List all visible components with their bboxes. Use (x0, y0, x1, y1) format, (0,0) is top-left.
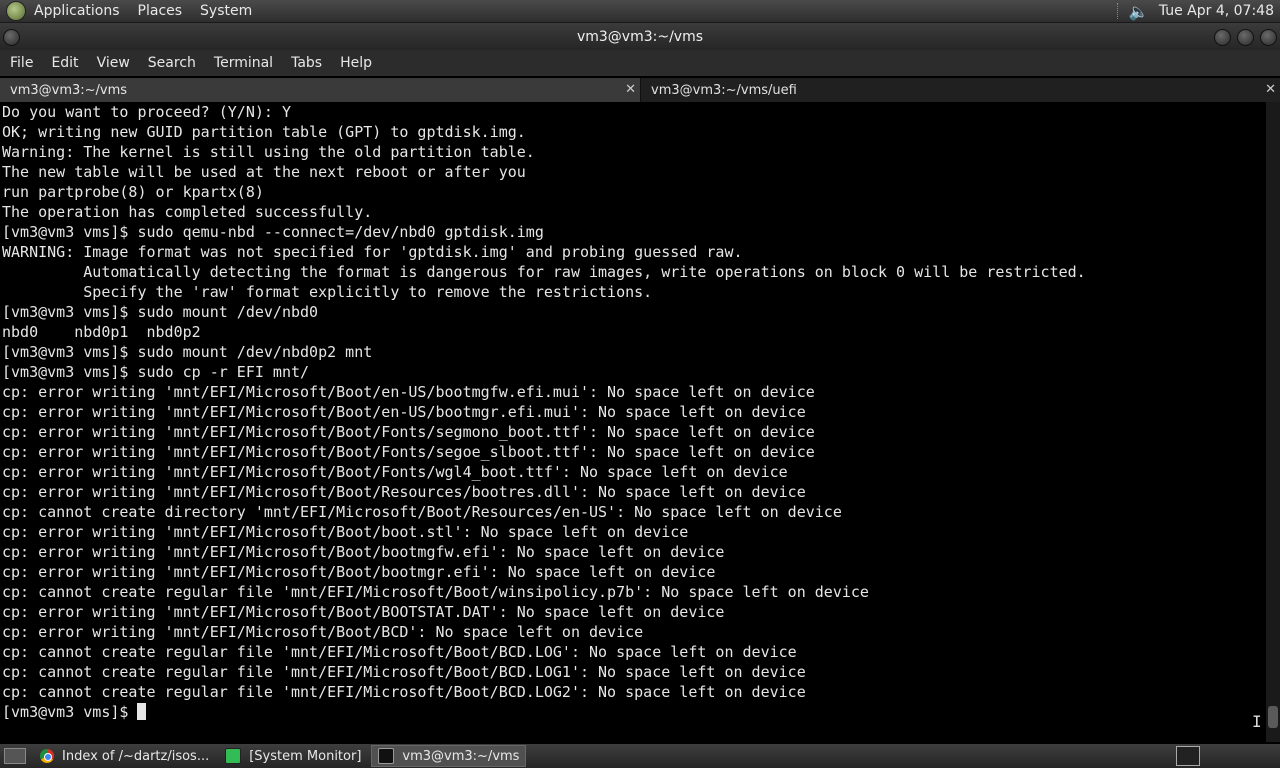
panel-separator (1116, 3, 1121, 19)
terminal-menubar: File Edit View Search Terminal Tabs Help (0, 50, 1280, 76)
terminal-line: nbd0 nbd0p1 nbd0p2 (2, 323, 201, 341)
show-desktop-icon[interactable] (4, 748, 26, 764)
window-menu-icon[interactable] (3, 29, 20, 46)
close-tab-icon[interactable]: ✕ (1265, 82, 1276, 97)
terminal-line: The new table will be used at the next r… (2, 163, 526, 181)
workspace-switcher-icon[interactable] (1176, 746, 1200, 766)
terminal-line: OK; writing new GUID partition table (GP… (2, 123, 526, 141)
terminal-line: Specify the 'raw' format explicitly to r… (2, 283, 653, 301)
terminal-line: cp: error writing 'mnt/EFI/Microsoft/Boo… (2, 423, 815, 441)
menu-edit[interactable]: Edit (51, 55, 78, 71)
tab-bar: vm3@vm3:~/vms ✕ vm3@vm3:~/vms/uefi ✕ (0, 78, 1280, 102)
terminal-icon (378, 748, 395, 764)
terminal-line: cp: cannot create regular file 'mnt/EFI/… (2, 663, 806, 681)
terminal-line: cp: error writing 'mnt/EFI/Microsoft/Boo… (2, 523, 689, 541)
terminal-line: Automatically detecting the format is da… (2, 263, 1086, 281)
menu-places[interactable]: Places (138, 3, 183, 19)
terminal-line: cp: cannot create directory 'mnt/EFI/Mic… (2, 503, 842, 521)
taskbar-item-browser[interactable]: Index of /~dartz/isos... (34, 746, 215, 766)
terminal-line: [vm3@vm3 vms]$ sudo qemu-nbd --connect=/… (2, 223, 544, 241)
terminal-line: Do you want to proceed? (Y/N): Y (2, 103, 291, 121)
shell-prompt: [vm3@vm3 vms]$ (2, 703, 138, 721)
terminal-line: cp: cannot create regular file 'mnt/EFI/… (2, 683, 806, 701)
taskbar-item-terminal[interactable]: vm3@vm3:~/vms (371, 745, 527, 767)
menu-search[interactable]: Search (148, 55, 196, 71)
terminal-line: The operation has completed successfully… (2, 203, 373, 221)
minimize-icon[interactable] (1214, 29, 1231, 46)
maximize-icon[interactable] (1237, 29, 1254, 46)
close-tab-icon[interactable]: ✕ (625, 82, 636, 97)
bottom-panel: Index of /~dartz/isos... [System Monitor… (0, 744, 1280, 768)
taskbar-label: Index of /~dartz/isos... (62, 748, 210, 764)
menu-tabs[interactable]: Tabs (291, 55, 322, 71)
scrollbar-thumb[interactable] (1268, 706, 1278, 728)
menu-file[interactable]: File (10, 55, 33, 71)
terminal-cursor (137, 703, 147, 720)
terminal-line: cp: error writing 'mnt/EFI/Microsoft/Boo… (2, 563, 716, 581)
taskbar-label: vm3@vm3:~/vms (402, 748, 520, 764)
top-panel: Applications Places System 🔈 Tue Apr 4, … (0, 0, 1280, 23)
taskbar-label: [System Monitor] (249, 748, 362, 764)
system-monitor-icon (225, 748, 242, 764)
close-icon[interactable] (1260, 29, 1277, 46)
terminal-prompt-line: [vm3@vm3 vms]$ (2, 702, 1268, 722)
terminal-line: cp: error writing 'mnt/EFI/Microsoft/Boo… (2, 483, 806, 501)
taskbar-item-system-monitor[interactable]: [System Monitor] (219, 746, 367, 766)
menu-terminal[interactable]: Terminal (214, 55, 273, 71)
terminal-line: [vm3@vm3 vms]$ sudo cp -r EFI mnt/ (2, 363, 310, 381)
window-titlebar[interactable]: vm3@vm3:~/vms (0, 23, 1280, 50)
terminal-line: cp: error writing 'mnt/EFI/Microsoft/Boo… (2, 543, 725, 561)
terminal-line: cp: cannot create regular file 'mnt/EFI/… (2, 643, 797, 661)
tab-label: vm3@vm3:~/vms/uefi (651, 82, 797, 98)
terminal-line: run partprobe(8) or kpartx(8) (2, 183, 264, 201)
menu-help[interactable]: Help (340, 55, 372, 71)
terminal-line: cp: error writing 'mnt/EFI/Microsoft/Boo… (2, 443, 815, 461)
terminal-line: WARNING: Image format was not specified … (2, 243, 743, 261)
terminal-line: cp: error writing 'mnt/EFI/Microsoft/Boo… (2, 383, 815, 401)
tab-vms[interactable]: vm3@vm3:~/vms ✕ (0, 78, 641, 102)
terminal-line: cp: error writing 'mnt/EFI/Microsoft/Boo… (2, 463, 788, 481)
chrome-icon (40, 749, 54, 763)
terminal-line: Warning: The kernel is still using the o… (2, 143, 535, 161)
terminal-line: cp: error writing 'mnt/EFI/Microsoft/Boo… (2, 403, 806, 421)
tab-label: vm3@vm3:~/vms (10, 82, 128, 98)
terminal-line: [vm3@vm3 vms]$ sudo mount /dev/nbd0p2 mn… (2, 343, 373, 361)
terminal-line: [vm3@vm3 vms]$ sudo mount /dev/nbd0 (2, 303, 319, 321)
tab-uefi[interactable]: vm3@vm3:~/vms/uefi ✕ (641, 78, 1280, 102)
menu-view[interactable]: View (97, 55, 130, 71)
window-title: vm3@vm3:~/vms (576, 28, 704, 45)
distro-logo-icon[interactable] (6, 1, 26, 21)
terminal-line: cp: error writing 'mnt/EFI/Microsoft/Boo… (2, 623, 644, 641)
menu-applications[interactable]: Applications (34, 3, 120, 19)
terminal-output[interactable]: Do you want to proceed? (Y/N): Y OK; writ… (0, 102, 1268, 742)
clock[interactable]: Tue Apr 4, 07:48 (1159, 3, 1274, 19)
volume-icon[interactable]: 🔈 (1129, 2, 1149, 21)
text-cursor-icon: I (1252, 712, 1262, 731)
menu-system[interactable]: System (200, 3, 252, 19)
terminal-line: cp: cannot create regular file 'mnt/EFI/… (2, 583, 869, 601)
terminal-scrollbar[interactable] (1266, 102, 1280, 742)
terminal-line: cp: error writing 'mnt/EFI/Microsoft/Boo… (2, 603, 725, 621)
